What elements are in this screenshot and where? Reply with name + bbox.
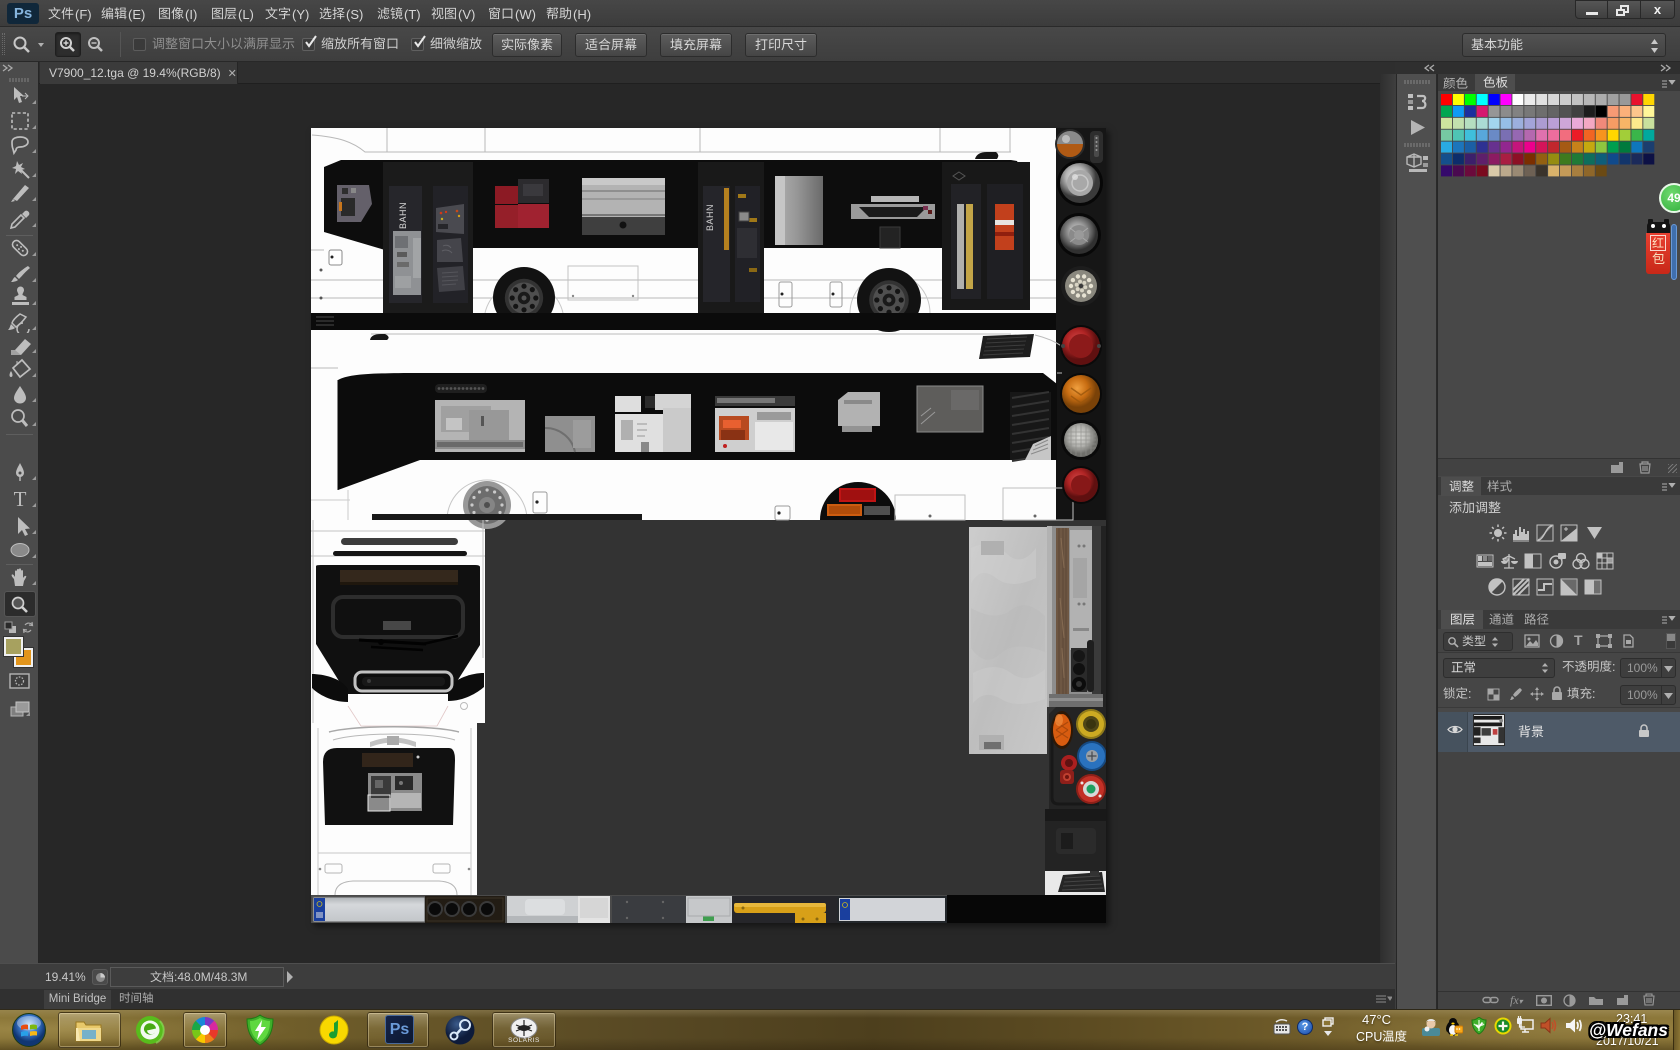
svg-text:BAHN: BAHN <box>398 202 408 229</box>
svg-text:BAHN: BAHN <box>705 204 715 231</box>
svg-text:SOLARIS: SOLARIS <box>508 1037 540 1044</box>
svg-text:T: T <box>14 488 27 510</box>
